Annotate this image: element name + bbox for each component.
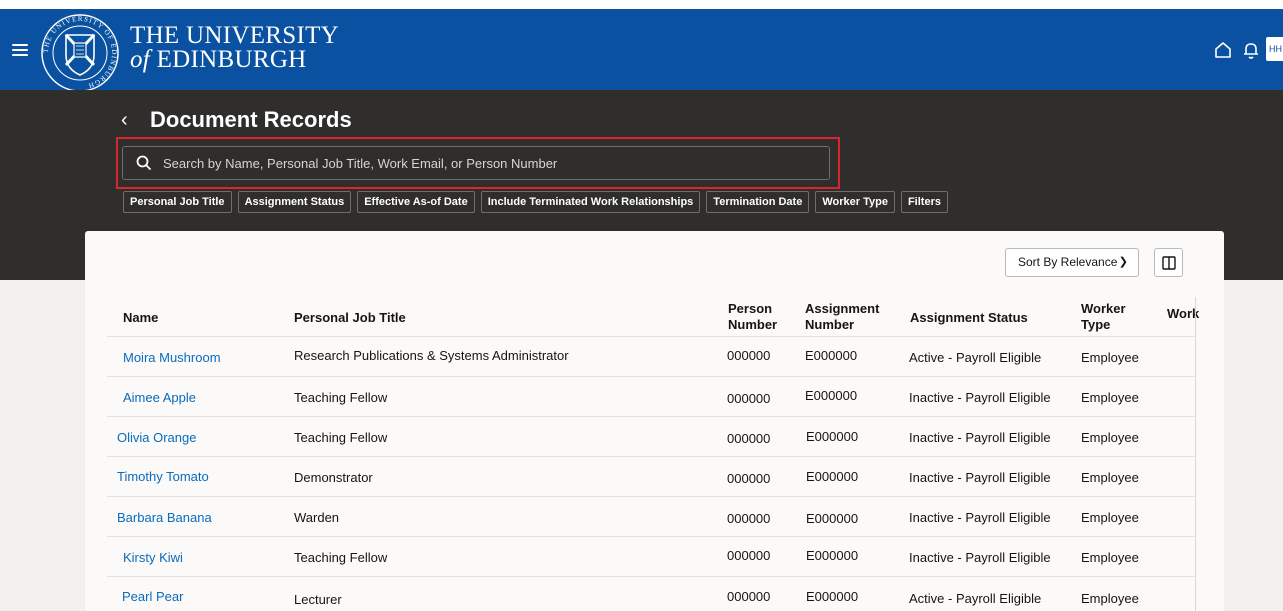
employee-name-link[interactable]: Moira Mushroom (123, 350, 221, 366)
assignment-number-cell: E000000 (806, 469, 859, 484)
hamburger-menu-icon[interactable] (9, 39, 31, 61)
notifications-bell-icon[interactable] (1240, 39, 1262, 61)
job-title-cell: Warden (294, 510, 340, 525)
filter-chip-include-terminated[interactable]: Include Terminated Work Relationships (480, 191, 701, 213)
filter-chip-assignment-status[interactable]: Assignment Status (237, 191, 352, 213)
worker-type-cell: Employee (1081, 430, 1139, 445)
assignment-number-cell: E000000 (806, 548, 859, 563)
assignment-number-cell: E000000 (805, 388, 858, 403)
search-icon (136, 155, 152, 171)
table-row[interactable]: Barbara Banana Warden 000000 E000000 Ina… (107, 496, 1195, 536)
assignment-status-cell: Active - Payroll Eligible (909, 350, 1042, 365)
filter-chip-filters[interactable]: Filters (900, 191, 948, 213)
employee-name-link[interactable]: Timothy Tomato (117, 469, 209, 485)
column-header-name[interactable]: Name (123, 310, 158, 326)
job-title-cell: Demonstrator (294, 470, 373, 485)
worker-type-cell: Employee (1081, 390, 1139, 405)
assignment-status-cell: Inactive - Payroll Eligible (909, 430, 1051, 445)
assignment-number-cell: E000000 (806, 589, 859, 604)
sort-dropdown[interactable]: Sort By Relevance ❯ (1005, 248, 1139, 277)
person-number-cell: 000000 (727, 511, 771, 526)
table-row[interactable]: Olivia Orange Teaching Fellow 000000 E00… (107, 416, 1195, 456)
table-row[interactable]: Aimee Apple Teaching Fellow 000000 E0000… (107, 376, 1195, 416)
table-row[interactable]: Moira Mushroom Research Publications & S… (107, 336, 1195, 376)
job-title-cell: Research Publications & Systems Administ… (294, 348, 569, 363)
employee-name-link[interactable]: Barbara Banana (117, 510, 212, 526)
assignment-status-cell: Inactive - Payroll Eligible (909, 550, 1051, 565)
filter-chip-effective-as-of-date[interactable]: Effective As-of Date (357, 191, 475, 213)
column-divider (1195, 297, 1196, 611)
university-name: THE UNIVERSITY of EDINBURGH (130, 22, 340, 73)
top-navigation-bar: THE UNIVERSITY OF EDINBURGH THE UNIVERSI… (0, 9, 1283, 92)
filter-chip-termination-date[interactable]: Termination Date (706, 191, 810, 213)
university-name-line1: THE UNIVERSITY (130, 22, 340, 49)
user-avatar[interactable]: HH (1266, 37, 1283, 61)
university-name-line2: EDINBURGH (156, 46, 307, 73)
column-header-person-number[interactable]: Person Number (728, 301, 777, 333)
assignment-status-cell: Inactive - Payroll Eligible (909, 390, 1051, 405)
worker-type-cell: Employee (1081, 350, 1139, 365)
chevron-down-icon: ❯ (1118, 256, 1128, 268)
person-number-cell: 000000 (727, 548, 771, 563)
worker-type-cell: Employee (1081, 470, 1139, 485)
person-number-cell: 000000 (727, 589, 771, 604)
assignment-number-cell: E000000 (805, 348, 858, 363)
worker-type-cell: Employee (1081, 591, 1139, 606)
worker-type-cell: Employee (1081, 550, 1139, 565)
search-input[interactable] (163, 147, 823, 179)
column-header-assignment-number[interactable]: Assignment Number (805, 301, 879, 333)
worker-type-cell: Employee (1081, 510, 1139, 525)
page-title: Document Records (150, 107, 352, 132)
assignment-status-cell: Inactive - Payroll Eligible (909, 470, 1051, 485)
employee-name-link[interactable]: Pearl Pear (122, 589, 183, 605)
column-header-job-title[interactable]: Personal Job Title (294, 310, 406, 326)
employee-name-link[interactable]: Aimee Apple (123, 390, 196, 406)
filter-chip-personal-job-title[interactable]: Personal Job Title (123, 191, 232, 213)
columns-icon (1162, 256, 1176, 270)
university-name-of: of (130, 46, 151, 73)
home-icon[interactable] (1212, 39, 1234, 61)
person-number-cell: 000000 (727, 431, 771, 446)
job-title-cell: Teaching Fellow (294, 390, 388, 405)
search-box[interactable] (122, 146, 830, 180)
assignment-status-cell: Inactive - Payroll Eligible (909, 510, 1051, 525)
back-chevron-icon[interactable]: ‹ (121, 110, 128, 130)
employee-name-link[interactable]: Olivia Orange (117, 430, 196, 446)
job-title-cell: Teaching Fellow (294, 550, 388, 565)
assignment-number-cell: E000000 (806, 511, 859, 526)
sort-label: Sort By Relevance (1018, 255, 1118, 269)
filter-chip-worker-type[interactable]: Worker Type (815, 191, 895, 213)
top-strip (0, 0, 1283, 9)
job-title-cell: Lecturer (294, 592, 342, 607)
person-number-cell: 000000 (727, 348, 771, 363)
employee-name-link[interactable]: Kirsty Kiwi (123, 550, 183, 566)
person-number-cell: 000000 (727, 391, 771, 406)
column-layout-button[interactable] (1154, 248, 1183, 277)
column-header-worker-type[interactable]: Worker Type (1081, 301, 1126, 333)
job-title-cell: Teaching Fellow (294, 430, 388, 445)
university-crest-logo: THE UNIVERSITY OF EDINBURGH (41, 14, 119, 92)
person-number-cell: 000000 (727, 471, 771, 486)
filter-chips: Personal Job Title Assignment Status Eff… (123, 191, 948, 213)
table-row[interactable]: Kirsty Kiwi Teaching Fellow 000000 E0000… (107, 536, 1195, 576)
results-card: Sort By Relevance ❯ Name Personal Job Ti… (85, 231, 1224, 611)
assignment-status-cell: Active - Payroll Eligible (909, 591, 1042, 606)
assignment-number-cell: E000000 (806, 429, 859, 444)
table-row[interactable]: Pearl Pear Lecturer 000000 E000000 Activ… (107, 576, 1195, 611)
table-row[interactable]: Timothy Tomato Demonstrator 000000 E0000… (107, 456, 1195, 496)
column-header-assignment-status[interactable]: Assignment Status (910, 310, 1028, 326)
